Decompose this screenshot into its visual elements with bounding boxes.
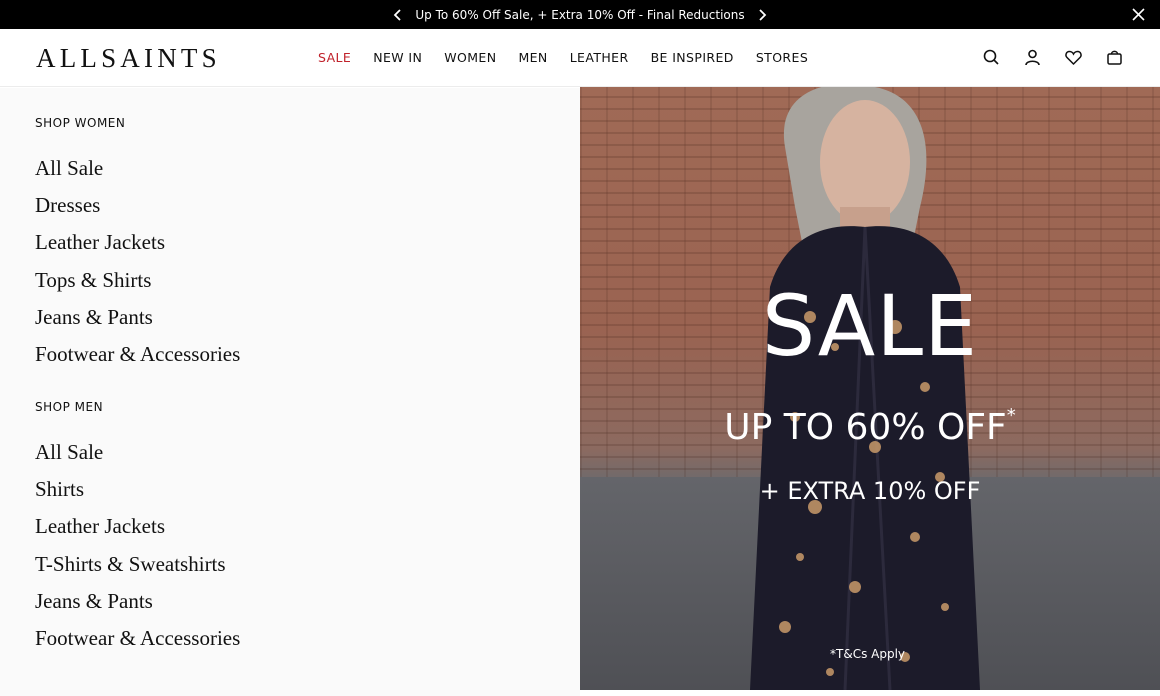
- account-button[interactable]: [1023, 48, 1042, 67]
- promo-close-button[interactable]: [1131, 7, 1146, 22]
- shop-men-heading: SHOP MEN: [35, 400, 104, 414]
- women-link-dresses[interactable]: Dresses: [35, 193, 240, 230]
- wishlist-heart-icon: [1065, 50, 1082, 66]
- chevron-right-icon: [758, 8, 766, 21]
- women-links: All Sale Dresses Leather Jackets Tops & …: [35, 156, 240, 379]
- site-header: ALLSAINTS SALE NEW IN WOMEN MEN LEATHER …: [0, 29, 1160, 87]
- women-link-jeans-pants[interactable]: Jeans & Pants: [35, 305, 240, 342]
- hero-subtitle-asterisk: *: [1006, 405, 1016, 426]
- model-photo: [750, 87, 980, 690]
- men-links: All Sale Shirts Leather Jackets T-Shirts…: [35, 440, 240, 663]
- wishlist-button[interactable]: [1064, 48, 1083, 67]
- women-link-leather-jackets[interactable]: Leather Jackets: [35, 230, 240, 267]
- promo-next-button[interactable]: [751, 0, 773, 29]
- shop-women-heading: SHOP WOMEN: [35, 116, 126, 130]
- men-link-all-sale[interactable]: All Sale: [35, 440, 240, 477]
- nav-stores[interactable]: STORES: [756, 50, 808, 65]
- main-nav: SALE NEW IN WOMEN MEN LEATHER BE INSPIRE…: [318, 50, 830, 65]
- women-link-tops-shirts[interactable]: Tops & Shirts: [35, 268, 240, 305]
- shopping-bag-icon: [1107, 50, 1122, 65]
- women-link-all-sale[interactable]: All Sale: [35, 156, 240, 193]
- hero-subtitle: UP TO 60% OFF*: [724, 405, 1016, 448]
- hero-title: SALE: [761, 277, 979, 375]
- men-link-leather-jackets[interactable]: Leather Jackets: [35, 514, 240, 551]
- bag-button[interactable]: [1105, 48, 1124, 67]
- search-icon: [983, 49, 999, 65]
- promo-prev-button[interactable]: [387, 0, 409, 29]
- close-icon: [1132, 8, 1145, 21]
- terms-link[interactable]: *T&Cs Apply: [830, 647, 905, 661]
- women-link-footwear-accessories[interactable]: Footwear & Accessories: [35, 342, 240, 379]
- brand-logo[interactable]: ALLSAINTS: [36, 43, 221, 74]
- hero-extra-offer: + EXTRA 10% OFF: [759, 477, 981, 505]
- promo-bar: Up To 60% Off Sale, + Extra 10% Off - Fi…: [0, 0, 1160, 29]
- nav-women[interactable]: WOMEN: [444, 50, 496, 65]
- nav-new-in[interactable]: NEW IN: [373, 50, 422, 65]
- men-link-tshirts-sweatshirts[interactable]: T-Shirts & Sweatshirts: [35, 552, 240, 589]
- nav-men[interactable]: MEN: [518, 50, 547, 65]
- men-link-jeans-pants[interactable]: Jeans & Pants: [35, 589, 240, 626]
- sale-hero-banner[interactable]: SALE UP TO 60% OFF* + EXTRA 10% OFF *T&C…: [580, 87, 1160, 690]
- promo-message[interactable]: Up To 60% Off Sale, + Extra 10% Off - Fi…: [409, 8, 750, 22]
- search-button[interactable]: [982, 48, 1001, 67]
- account-icon: [1025, 49, 1040, 66]
- nav-be-inspired[interactable]: BE INSPIRED: [651, 50, 734, 65]
- header-icons: [982, 48, 1124, 67]
- nav-leather[interactable]: LEATHER: [570, 50, 629, 65]
- sale-menu-panel: SHOP WOMEN All Sale Dresses Leather Jack…: [0, 88, 580, 696]
- men-link-footwear-accessories[interactable]: Footwear & Accessories: [35, 626, 240, 663]
- men-link-shirts[interactable]: Shirts: [35, 477, 240, 514]
- chevron-left-icon: [394, 8, 402, 21]
- nav-sale[interactable]: SALE: [318, 50, 351, 65]
